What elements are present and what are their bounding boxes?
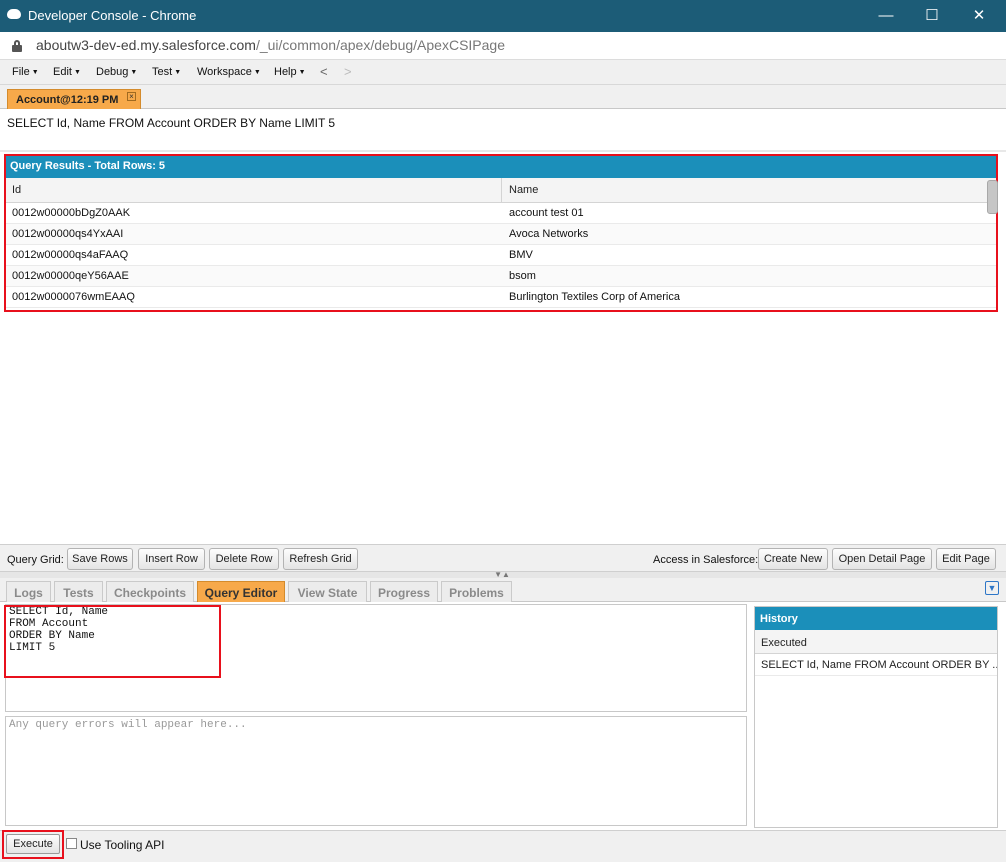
tab-checkpoints[interactable]: Checkpoints bbox=[106, 581, 194, 602]
close-window-button[interactable]: ✕ bbox=[961, 4, 997, 28]
menu-debug-label: Debug bbox=[96, 66, 129, 78]
table-row[interactable]: 0012w00000qeY56AAE bsom bbox=[6, 266, 996, 287]
lock-icon bbox=[12, 40, 22, 52]
cell-id[interactable]: 0012w00000qeY56AAE bbox=[12, 270, 129, 282]
cell-id[interactable]: 0012w0000076wmEAAQ bbox=[12, 291, 135, 303]
query-errors-placeholder: Any query errors will appear here... bbox=[9, 719, 247, 731]
cell-name[interactable]: BMV bbox=[509, 249, 533, 261]
window-title-bar: Developer Console - Chrome — ☐ ✕ bbox=[0, 0, 1006, 32]
menu-bar: File ▼ Edit ▼ Debug ▼ Test ▼ Workspace ▼ Help… bbox=[0, 60, 1006, 85]
chevron-down-icon: ▼ bbox=[31, 69, 39, 76]
collapse-panel-icon[interactable]: ▼ bbox=[985, 581, 999, 595]
cell-name[interactable]: bsom bbox=[509, 270, 536, 282]
refresh-grid-button[interactable]: Refresh Grid bbox=[283, 548, 358, 570]
cell-name[interactable]: account test 01 bbox=[509, 207, 584, 219]
tab-problems[interactable]: Problems bbox=[441, 581, 512, 602]
query-highlight-box bbox=[4, 605, 221, 678]
table-row[interactable]: 0012w00000qs4aFAAQ BMV bbox=[6, 245, 996, 266]
menu-workspace-label: Workspace bbox=[197, 66, 252, 78]
cell-id[interactable]: 0012w00000qs4YxAAI bbox=[12, 228, 123, 240]
open-detail-page-button[interactable]: Open Detail Page bbox=[832, 548, 932, 570]
history-panel: History Executed SELECT Id, Name FROM Ac… bbox=[754, 606, 998, 828]
results-grid-header: Id Name bbox=[6, 178, 996, 203]
editor-divider bbox=[0, 150, 1006, 152]
cell-name[interactable]: Avoca Networks bbox=[509, 228, 588, 240]
column-header-id[interactable]: Id bbox=[12, 184, 21, 196]
chevron-down-icon: ▼ bbox=[130, 69, 138, 76]
delete-row-button[interactable]: Delete Row bbox=[209, 548, 279, 570]
tab-tests[interactable]: Tests bbox=[54, 581, 103, 602]
editor-tab-strip: Account@12:19 PM × bbox=[0, 85, 1006, 109]
column-header-name[interactable]: Name bbox=[509, 184, 538, 196]
query-errors-textarea[interactable] bbox=[5, 716, 747, 826]
use-tooling-api-checkbox[interactable] bbox=[66, 838, 77, 849]
address-bar[interactable]: aboutw3-dev-ed.my.salesforce.com/_ui/com… bbox=[0, 32, 1006, 60]
menu-edit[interactable]: Edit ▼ bbox=[53, 66, 81, 78]
create-new-button[interactable]: Create New bbox=[758, 548, 828, 570]
cell-name[interactable]: Burlington Textiles Corp of America bbox=[509, 291, 680, 303]
minimize-button[interactable]: — bbox=[868, 4, 904, 28]
bottom-tab-strip: Logs Tests Checkpoints Query Editor View… bbox=[0, 578, 1006, 602]
maximize-button[interactable]: ☐ bbox=[914, 4, 950, 28]
menu-help-label: Help bbox=[274, 66, 297, 78]
back-arrow-icon[interactable]: < bbox=[320, 64, 328, 79]
tab-view-state[interactable]: View State bbox=[288, 581, 367, 602]
url-host: aboutw3-dev-ed.my.salesforce.com bbox=[36, 37, 256, 53]
query-grid-label: Query Grid: bbox=[7, 554, 64, 566]
tab-progress[interactable]: Progress bbox=[370, 581, 438, 602]
menu-help[interactable]: Help ▼ bbox=[274, 66, 306, 78]
insert-row-button[interactable]: Insert Row bbox=[138, 548, 205, 570]
table-row[interactable]: 0012w00000bDgZ0AAK account test 01 bbox=[6, 203, 996, 224]
query-results-header: Query Results - Total Rows: 5 bbox=[6, 156, 996, 178]
file-tab-label: Account@12:19 PM bbox=[16, 94, 119, 106]
menu-test-label: Test bbox=[152, 66, 173, 78]
access-in-salesforce-label: Access in Salesforce: bbox=[653, 554, 759, 566]
history-title: History bbox=[755, 607, 997, 630]
url-text[interactable]: aboutw3-dev-ed.my.salesforce.com/_ui/com… bbox=[36, 37, 505, 53]
query-results-panel: Query Results - Total Rows: 5 Id Name 00… bbox=[4, 154, 998, 312]
query-grid-toolbar: Query Grid: Save Rows Insert Row Delete … bbox=[0, 544, 1006, 572]
table-row[interactable]: 0012w00000qs4YxAAI Avoca Networks bbox=[6, 224, 996, 245]
use-tooling-api-label[interactable]: Use Tooling API bbox=[80, 838, 165, 852]
tab-logs[interactable]: Logs bbox=[6, 581, 51, 602]
chevron-down-icon: ▼ bbox=[253, 69, 261, 76]
results-scrollbar-thumb[interactable] bbox=[987, 180, 998, 214]
execute-highlight-box bbox=[2, 830, 64, 859]
menu-test[interactable]: Test ▼ bbox=[152, 66, 181, 78]
menu-file-label: File bbox=[12, 66, 30, 78]
chevron-down-icon: ▼ bbox=[73, 69, 81, 76]
tab-query-editor[interactable]: Query Editor bbox=[197, 581, 285, 602]
window-title: Developer Console - Chrome bbox=[28, 8, 197, 23]
save-rows-button[interactable]: Save Rows bbox=[67, 548, 133, 570]
table-row[interactable]: 0012w0000076wmEAAQ Burlington Textiles C… bbox=[6, 287, 996, 308]
column-divider[interactable] bbox=[501, 178, 502, 203]
history-row[interactable]: SELECT Id, Name FROM Account ORDER BY ..… bbox=[755, 654, 997, 676]
salesforce-cloud-icon bbox=[7, 9, 21, 19]
menu-edit-label: Edit bbox=[53, 66, 72, 78]
edit-page-button[interactable]: Edit Page bbox=[936, 548, 996, 570]
cell-id[interactable]: 0012w00000bDgZ0AAK bbox=[12, 207, 130, 219]
file-tab-account[interactable]: Account@12:19 PM × bbox=[7, 89, 141, 109]
url-path: /_ui/common/apex/debug/ApexCSIPage bbox=[255, 37, 505, 53]
forward-arrow-icon[interactable]: > bbox=[344, 64, 352, 79]
menu-workspace[interactable]: Workspace ▼ bbox=[197, 66, 261, 78]
menu-debug[interactable]: Debug ▼ bbox=[96, 66, 137, 78]
editor-query-line[interactable]: SELECT Id, Name FROM Account ORDER BY Na… bbox=[7, 116, 335, 130]
close-tab-icon[interactable]: × bbox=[127, 92, 136, 101]
cell-id[interactable]: 0012w00000qs4aFAAQ bbox=[12, 249, 128, 261]
chevron-down-icon: ▼ bbox=[298, 69, 306, 76]
history-column-executed[interactable]: Executed bbox=[755, 630, 997, 654]
chevron-down-icon: ▼ bbox=[174, 69, 182, 76]
menu-file[interactable]: File ▼ bbox=[12, 66, 39, 78]
